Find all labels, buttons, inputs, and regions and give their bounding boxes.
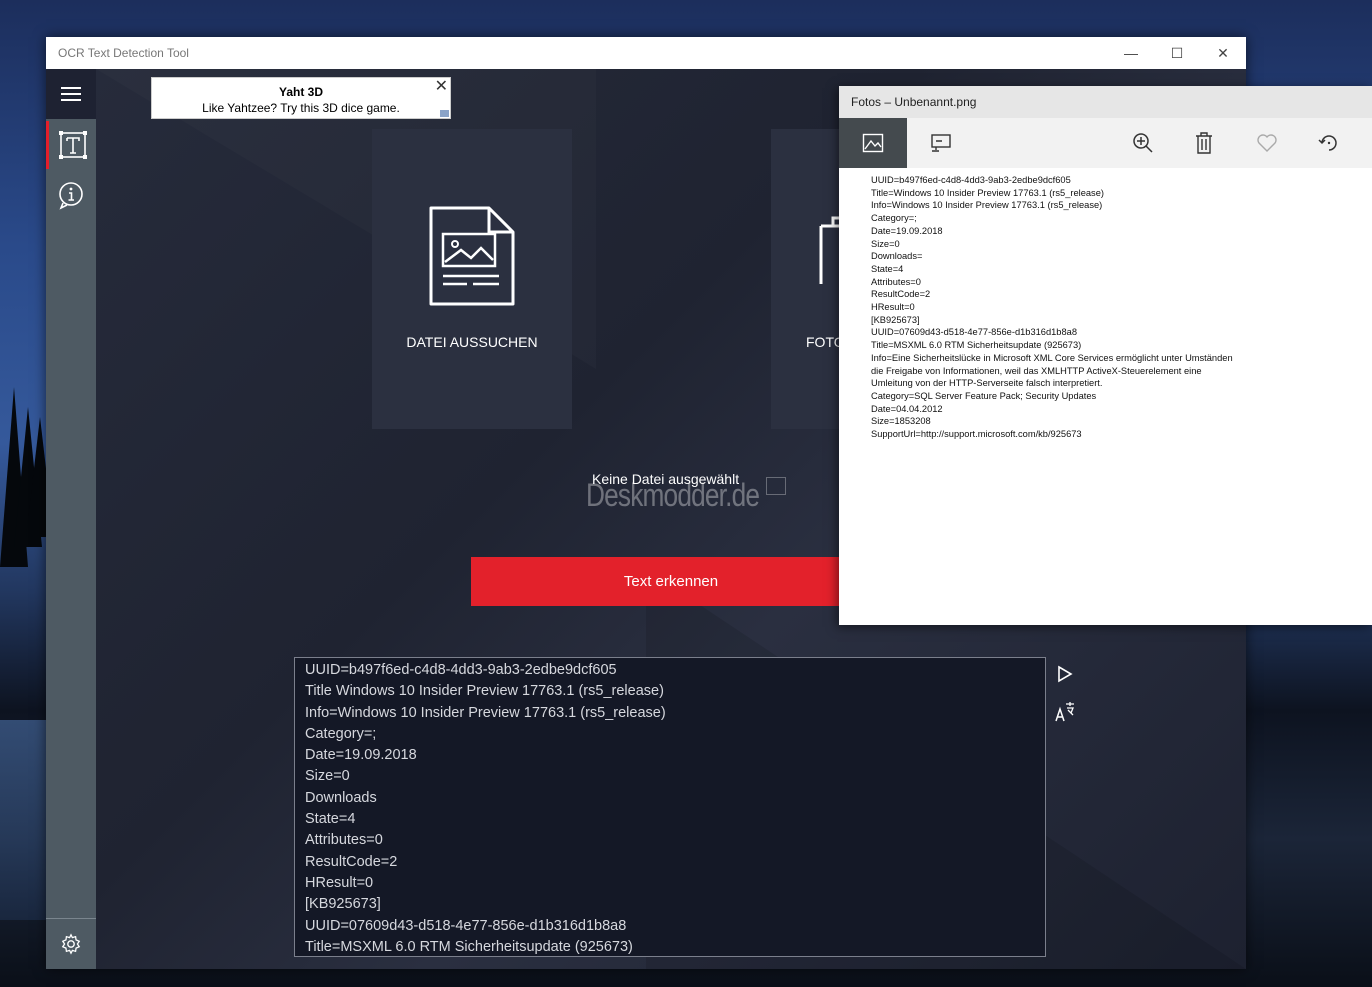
- close-button[interactable]: ✕: [1200, 37, 1246, 69]
- watermark-logo-icon: [766, 477, 786, 495]
- output-line: Title=MSXML 6.0 RTM Sicherheitsupdate (9…: [305, 938, 633, 955]
- ad-title: Yaht 3D: [278, 85, 323, 99]
- select-file-label: DATEI AUSSUCHEN: [406, 334, 538, 350]
- minimize-button[interactable]: —: [1108, 37, 1154, 69]
- photo-text-line: Info=Eine Sicherheitslücke in Microsoft …: [871, 352, 1233, 363]
- window-title: OCR Text Detection Tool: [58, 46, 189, 60]
- photo-text-line: HResult=0: [871, 302, 915, 313]
- hamburger-icon: [61, 93, 81, 95]
- photo-text-line: die Freigabe von Informationen, weil das…: [871, 365, 1202, 376]
- ad-text: Like Yahtzee? Try this 3D dice game.: [202, 101, 400, 115]
- photo-text-line: Umleitung von der HTTP-Serverseite falsc…: [871, 378, 1103, 389]
- photo-text-line: State=4: [871, 263, 904, 274]
- photo-text-line: Info=Windows 10 Insider Preview 17763.1 …: [871, 200, 1103, 211]
- output-line: Date=19.09.2018: [305, 747, 417, 764]
- sidebar: [46, 69, 96, 969]
- select-file-tile[interactable]: DATEI AUSSUCHEN: [372, 129, 572, 429]
- title-bar[interactable]: OCR Text Detection Tool — ☐ ✕: [46, 37, 1246, 69]
- photo-text-line: Downloads=: [871, 251, 923, 262]
- output-line: State=4: [305, 811, 356, 828]
- output-line: ResultCode=2: [305, 853, 398, 870]
- hamburger-menu-button[interactable]: [46, 69, 96, 119]
- photo-text-line: SupportUrl=http://support.microsoft.com/…: [871, 429, 1082, 440]
- ad-choices-icon[interactable]: [440, 110, 449, 117]
- photo-text-line: Category=SQL Server Feature Pack; Securi…: [871, 390, 1097, 401]
- gear-icon: [61, 933, 81, 955]
- settings-button[interactable]: [46, 918, 96, 969]
- delete-button[interactable]: [1182, 118, 1226, 168]
- ad-banner[interactable]: Yaht 3D Like Yahtzee? Try this 3D dice g…: [151, 77, 451, 119]
- photo-text-line: Date=19.09.2018: [871, 225, 943, 236]
- output-line: HResult=0: [305, 874, 374, 891]
- rotate-icon: [1318, 135, 1337, 151]
- output-line: Size=0: [305, 768, 350, 785]
- watermark: Deskmodder.de: [586, 477, 760, 513]
- photo-image-content: UUID=b497f6ed-c4d8-4dd3-9ab3-2edbe9dcf60…: [839, 168, 1372, 441]
- ocr-output-textarea[interactable]: UUID=b497f6ed-c4d8-4dd3-9ab3-2edbe9dcf60…: [294, 657, 1046, 957]
- output-line: Downloads: [305, 789, 377, 806]
- delete-icon: [1196, 132, 1212, 154]
- slideshow-icon: [931, 134, 951, 152]
- view-image-button[interactable]: [839, 118, 907, 168]
- photo-text-line: Attributes=0: [871, 276, 921, 287]
- photo-text-line: [KB925673]: [871, 314, 920, 325]
- photo-text-line: Size=0: [871, 238, 900, 249]
- photo-text-line: UUID=07609d43-d518-4e77-856e-d1b316d1b8a…: [871, 327, 1077, 338]
- image-file-icon: [429, 206, 515, 306]
- output-line: Info=Windows 10 Insider Preview 17763.1 …: [305, 704, 666, 721]
- window-controls: — ☐ ✕: [1108, 37, 1246, 69]
- output-line: Category=;: [305, 725, 377, 742]
- photos-app-window: Fotos – Unbenannt.png UUID=b497f6ed-c4d8…: [839, 86, 1372, 625]
- maximize-button[interactable]: ☐: [1154, 37, 1200, 69]
- slideshow-button[interactable]: [919, 118, 963, 168]
- play-icon: [1058, 665, 1073, 683]
- output-line: Attributes=0: [305, 832, 383, 849]
- heart-icon: [1257, 134, 1277, 152]
- photos-window-title: Fotos – Unbenannt.png: [851, 95, 977, 109]
- photos-title-bar[interactable]: Fotos – Unbenannt.png: [839, 86, 1372, 118]
- ad-close-icon[interactable]: ✕: [435, 76, 448, 96]
- photo-text-line: Size=1853208: [871, 416, 931, 427]
- output-line: Title Windows 10 Insider Preview 17763.1…: [305, 683, 664, 700]
- info-icon: [59, 182, 83, 210]
- nav-item-info[interactable]: [46, 171, 96, 219]
- photos-toolbar: [839, 118, 1372, 168]
- favorite-button[interactable]: [1245, 118, 1289, 168]
- output-line: UUID=b497f6ed-c4d8-4dd3-9ab3-2edbe9dcf60…: [305, 662, 617, 678]
- translate-icon: [1055, 702, 1074, 722]
- photo-text-line: Title=MSXML 6.0 RTM Sicherheitsupdate (9…: [871, 340, 1082, 351]
- nav-item-ocr[interactable]: [46, 121, 96, 169]
- text-frame-icon: [58, 131, 87, 159]
- output-line: [KB925673]: [305, 896, 381, 913]
- photo-text-line: ResultCode=2: [871, 289, 931, 300]
- photo-text-line: UUID=b497f6ed-c4d8-4dd3-9ab3-2edbe9dcf60…: [871, 175, 1071, 185]
- rotate-button[interactable]: [1307, 118, 1351, 168]
- lake-reflection: [0, 720, 50, 920]
- play-button[interactable]: [1054, 663, 1076, 685]
- zoom-icon: [1133, 133, 1153, 153]
- photo-text-line: Title=Windows 10 Insider Preview 17763.1…: [871, 187, 1104, 198]
- photo-text-line: Category=;: [871, 213, 917, 224]
- output-line: UUID=07609d43-d518-4e77-856e-d1b316d1b8a…: [305, 917, 627, 934]
- translate-button[interactable]: [1054, 701, 1076, 723]
- recognize-text-button[interactable]: Text erkennen: [471, 557, 871, 606]
- image-icon: [862, 133, 884, 153]
- zoom-button[interactable]: [1121, 118, 1165, 168]
- photo-text-line: Date=04.04.2012: [871, 403, 943, 414]
